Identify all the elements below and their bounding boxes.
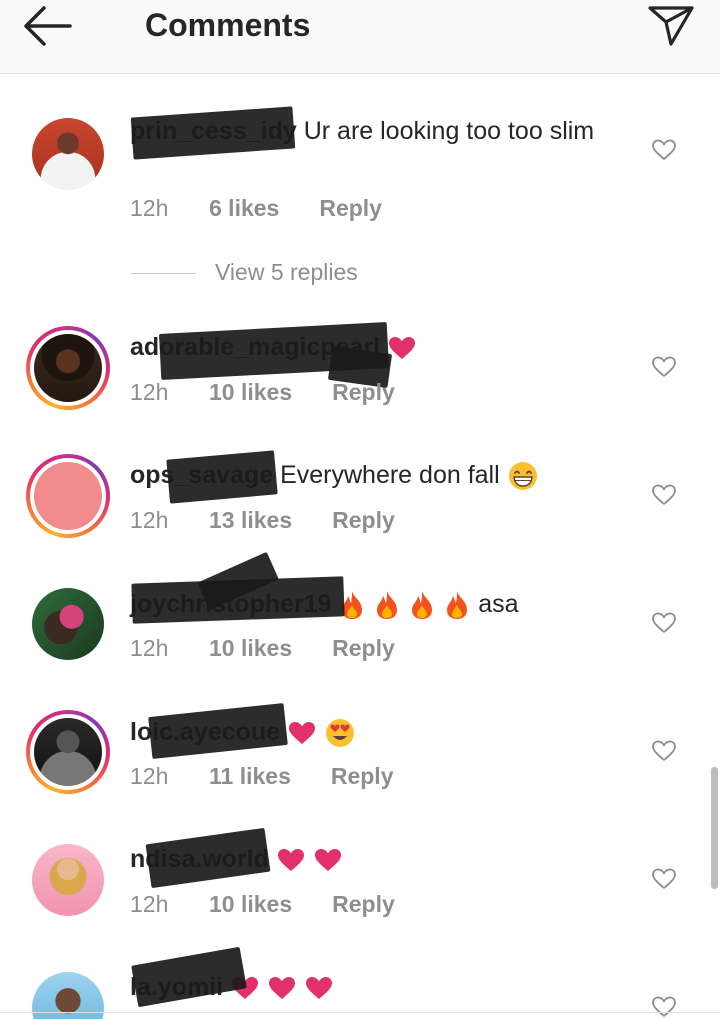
heart-outline-icon[interactable] (651, 354, 677, 380)
comment-likes[interactable]: 10 likes (209, 379, 292, 406)
comment-text: Everywhere don fall (280, 461, 500, 489)
reply-button[interactable]: Reply (332, 379, 395, 406)
fire-icon (342, 591, 363, 620)
reply-button[interactable]: Reply (332, 635, 395, 662)
comment-meta: 12h 13 likes Reply (130, 507, 395, 534)
avatar[interactable] (26, 326, 110, 410)
comment-likes[interactable]: 13 likes (209, 507, 292, 534)
comment-username[interactable]: loic.ayecoue (130, 718, 280, 746)
heart-outline-icon[interactable] (651, 866, 677, 892)
heart-outline-icon[interactable] (651, 994, 677, 1019)
fire-icon (447, 591, 468, 620)
comment-body: la.yomii (130, 971, 334, 1003)
avatar[interactable] (26, 454, 110, 538)
fire-icon (377, 591, 398, 620)
view-replies-label: View 5 replies (215, 259, 358, 285)
comment-body: ops_savage Everywhere don fall (130, 459, 539, 492)
divider (0, 1012, 720, 1013)
scrollbar[interactable] (711, 767, 718, 889)
avatar-image (32, 844, 104, 916)
reply-button[interactable]: Reply (332, 507, 395, 534)
reply-button[interactable]: Reply (319, 195, 382, 222)
heart-eyes-icon (325, 719, 354, 748)
avatar[interactable] (26, 112, 110, 196)
heart-outline-icon[interactable] (651, 610, 677, 636)
reply-button[interactable]: Reply (332, 891, 395, 918)
comment-username[interactable]: adorable_magicpearl (130, 333, 380, 361)
avatar-image (34, 718, 102, 786)
heart-icon (232, 977, 259, 1000)
grinning-face-icon (508, 462, 537, 491)
heart-icon (305, 977, 332, 1000)
heart-icon (314, 849, 341, 872)
comment-meta: 12h 11 likes Reply (130, 763, 394, 790)
comment-likes[interactable]: 11 likes (209, 763, 291, 790)
comment-body: ndisa.world (130, 843, 343, 875)
fire-icon (412, 591, 433, 620)
heart-icon (389, 337, 416, 360)
avatar-image (32, 588, 104, 660)
divider (131, 273, 196, 274)
comment-text: Ur are looking too too slim (303, 117, 595, 145)
heart-icon (277, 849, 304, 872)
comment-text: asa (478, 590, 519, 618)
avatar[interactable] (26, 710, 110, 794)
comment-time: 12h (130, 635, 169, 661)
heart-icon (269, 977, 295, 1000)
comment-likes[interactable]: 10 likes (209, 635, 292, 662)
comment-username[interactable]: la.yomii (130, 973, 223, 1001)
send-icon[interactable] (646, 2, 696, 46)
comment-meta: 12h 10 likes Reply (130, 379, 395, 406)
comment-likes[interactable]: 10 likes (209, 891, 292, 918)
comment-username[interactable]: ops_savage (130, 461, 273, 489)
heart-outline-icon[interactable] (651, 738, 677, 764)
comment-time: 12h (130, 379, 169, 405)
page-title: Comments (145, 7, 311, 43)
comment-body: joychristopher19 asa (130, 588, 519, 621)
comment-time: 12h (130, 763, 169, 789)
comment-username[interactable]: prin_cess_idy (130, 117, 297, 145)
heart-outline-icon[interactable] (651, 482, 677, 508)
avatar[interactable] (26, 582, 110, 666)
comment-meta: 12h 10 likes Reply (130, 891, 395, 918)
avatar[interactable] (26, 838, 110, 922)
comment-body: adorable_magicpearl (130, 331, 417, 363)
avatar-image (34, 334, 102, 402)
reply-button[interactable]: Reply (331, 763, 394, 790)
comment-body: prin_cess_idy Ur are looking too too sli… (130, 115, 600, 147)
comment-body: loic.ayecoue (130, 716, 356, 749)
avatar-image (34, 462, 102, 530)
comment-time: 12h (130, 507, 169, 533)
arrow-left-icon[interactable] (20, 4, 76, 48)
comment-username[interactable]: ndisa.world (130, 845, 269, 873)
top-bar: Comments (0, 0, 720, 74)
heart-icon (289, 722, 316, 745)
comment-meta: 12h 10 likes Reply (130, 635, 395, 662)
comment-username[interactable]: joychristopher19 (130, 590, 331, 618)
heart-outline-icon[interactable] (651, 137, 677, 163)
comment-time: 12h (130, 195, 169, 221)
comment-likes[interactable]: 6 likes (209, 195, 279, 222)
avatar-image (32, 118, 104, 190)
comment-meta: 12h 6 likes Reply (130, 195, 382, 222)
comment-time: 12h (130, 891, 169, 917)
